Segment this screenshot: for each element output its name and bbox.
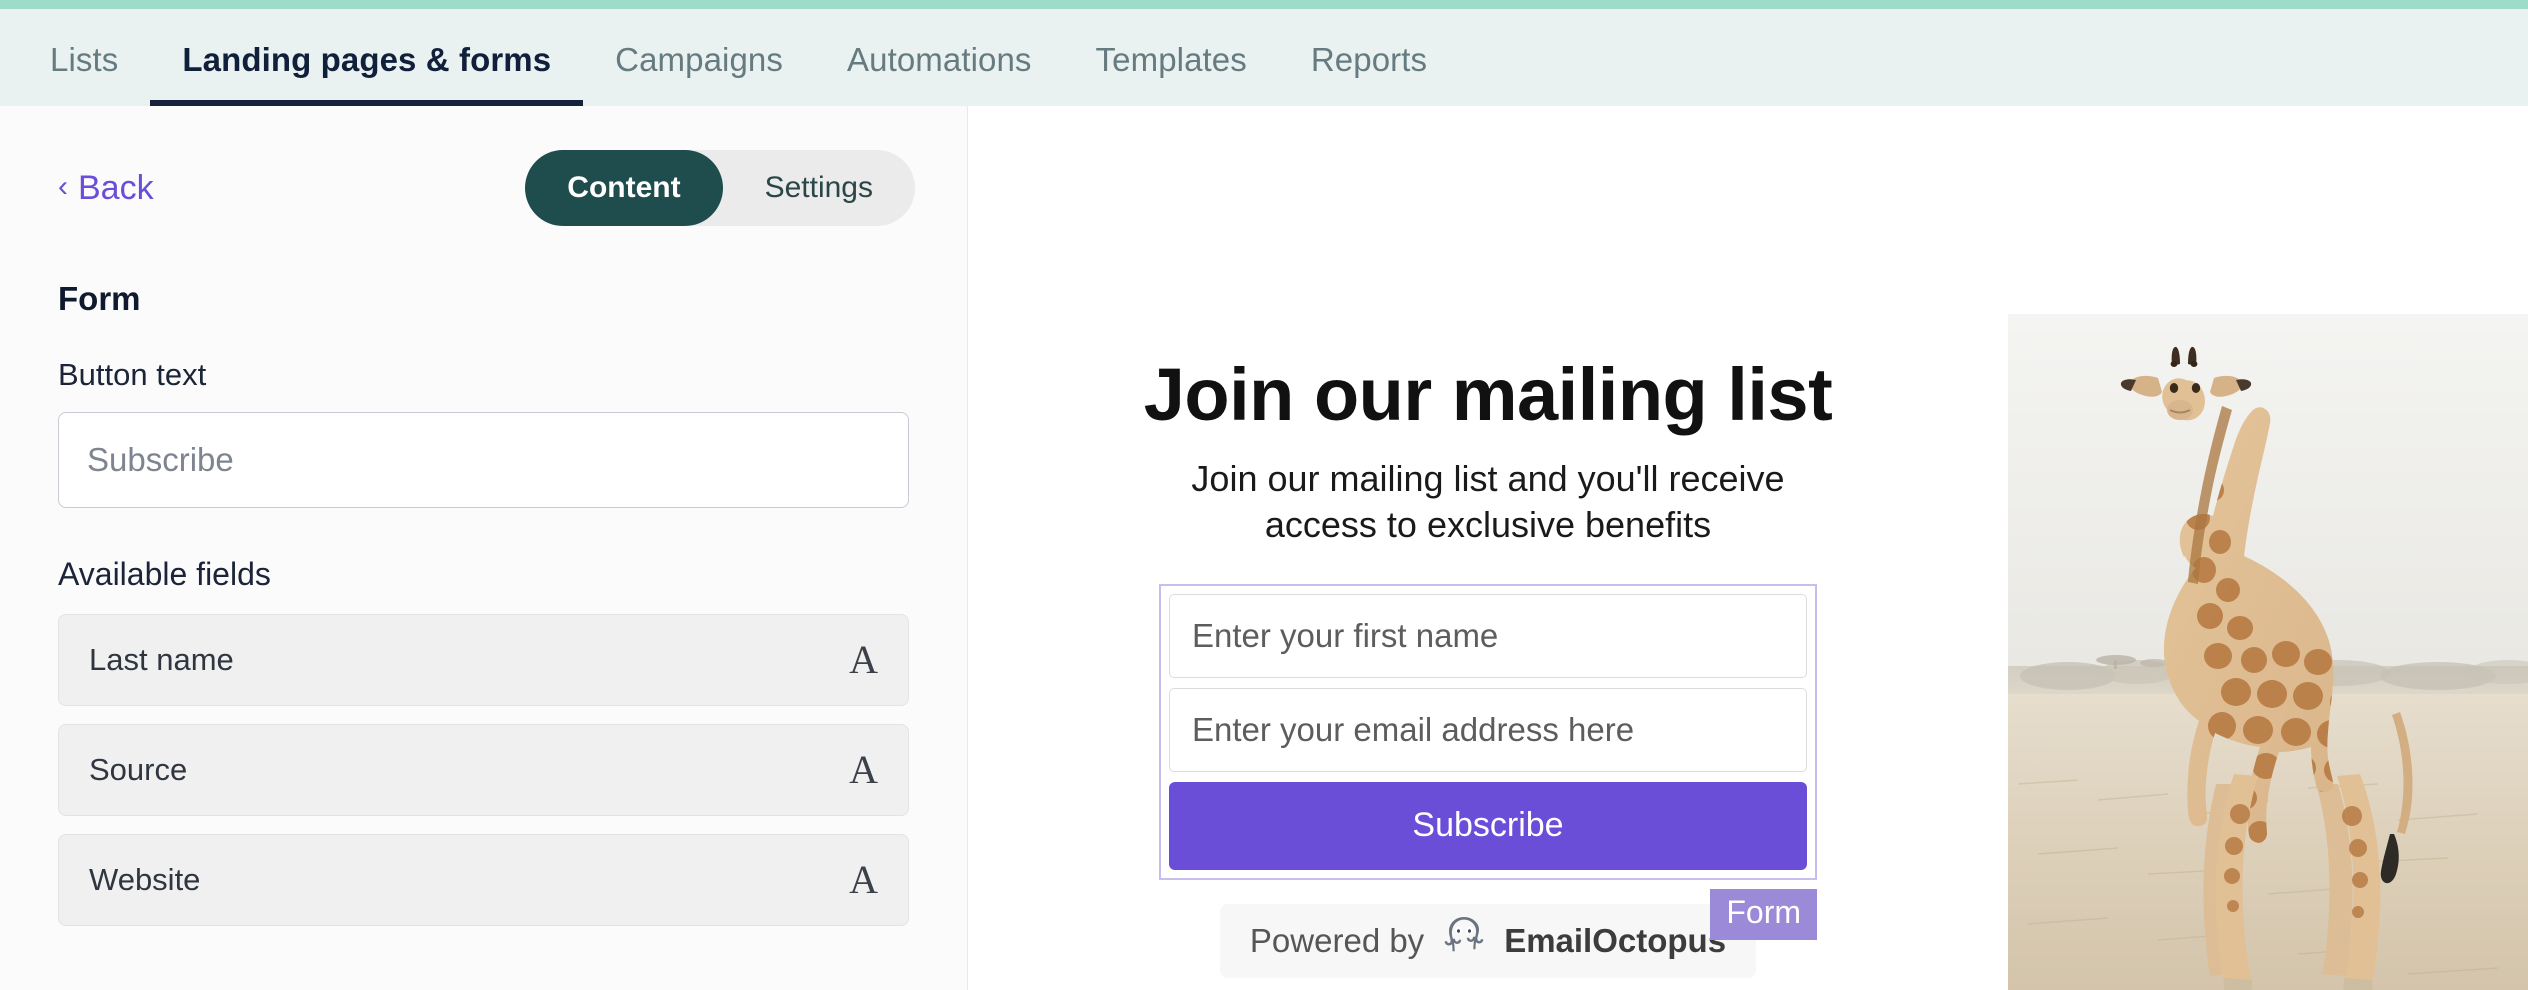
nav-tab-templates[interactable]: Templates [1064,43,1279,106]
nav-tab-lists[interactable]: Lists [18,43,150,106]
nav-tab-landing-pages-and-forms[interactable]: Landing pages & forms [150,43,584,106]
selected-form-block[interactable]: Enter your first name Enter your email a… [1159,583,1817,940]
emailoctopus-wordmark: EmailOctopus [1504,921,1727,959]
workspace: ‹ Back Content Settings Form Button text… [0,106,2528,990]
form-section-title: Form [58,280,141,317]
primary-nav-tabs: Lists Landing pages & forms Campaigns Au… [18,9,1459,106]
text-field-type-icon: A [849,747,878,792]
preview-headline: Join our mailing list [1143,353,1833,436]
button-text-input[interactable] [58,412,909,508]
editor-sidebar: ‹ Back Content Settings Form Button text… [0,106,968,990]
landing-page-preview: Join our mailing list Join our mailing l… [968,106,2528,990]
first-name-input[interactable]: Enter your first name [1169,593,1807,678]
preview-subheading: Join our mailing list and you'll receive… [1191,457,1785,545]
powered-by-label: Powered by [1249,921,1425,959]
button-text-input-wrap [0,390,967,508]
text-field-type-icon: A [849,637,878,682]
available-field-row-last-name[interactable]: Last name A [58,614,909,706]
tab-settings[interactable]: Settings [723,150,915,226]
email-input[interactable]: Enter your email address here [1169,687,1807,772]
field-row-label: Website [89,862,201,897]
nav-tab-reports[interactable]: Reports [1279,43,1459,106]
sidebar-header-row: ‹ Back Content Settings [0,106,967,226]
powered-by-emailoctopus[interactable]: Powered by EmailOctopus [1219,903,1757,978]
content-settings-toggle: Content Settings [525,150,915,226]
nav-tab-automations[interactable]: Automations [815,43,1064,106]
back-button[interactable]: ‹ Back [58,171,154,205]
tab-content[interactable]: Content [525,150,723,226]
available-fields-list: Last name A Source A Website A [0,590,967,926]
button-text-label: Button text [58,357,207,392]
nav-tab-campaigns[interactable]: Campaigns [583,43,815,106]
available-fields-label: Available fields [58,556,271,592]
preview-image-column [2008,106,2528,990]
preview-form-column: Join our mailing list Join our mailing l… [968,106,2008,978]
text-field-type-icon: A [849,857,878,902]
available-field-row-source[interactable]: Source A [58,724,909,816]
subscribe-button[interactable]: Subscribe [1169,781,1807,870]
preview-inner: Join our mailing list Join our mailing l… [968,106,2528,990]
back-button-label: Back [78,169,154,207]
chevron-left-icon: ‹ [58,170,68,203]
top-accent-bar [0,0,2528,9]
field-row-label: Last name [89,642,234,677]
field-row-label: Source [89,752,188,787]
app-header: Lists Landing pages & forms Campaigns Au… [0,9,2528,106]
form-block-badge: Form [1710,888,1817,940]
giraffe-photo[interactable] [2008,314,2528,990]
available-field-row-website[interactable]: Website A [58,834,909,926]
octopus-icon [1442,915,1486,966]
